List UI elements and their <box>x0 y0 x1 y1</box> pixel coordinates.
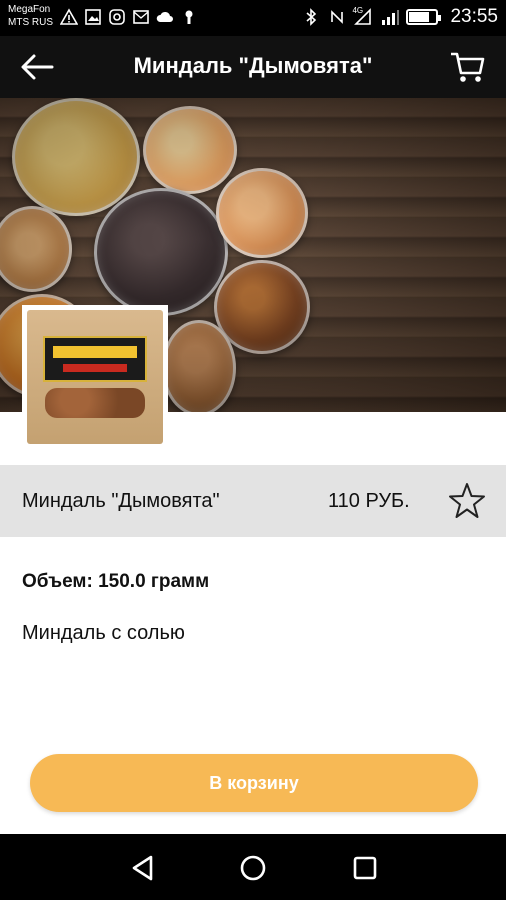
product-thumbnail[interactable] <box>22 305 168 449</box>
nfc-icon <box>328 8 346 26</box>
cloud-icon <box>156 8 174 26</box>
back-button[interactable] <box>18 50 56 84</box>
system-icons: 4G 23:55 <box>302 6 498 28</box>
battery-level <box>409 12 430 22</box>
image-icon <box>84 8 102 26</box>
volume-label: Объем: <box>22 571 93 592</box>
package-label <box>43 336 147 382</box>
product-name: Миндаль "Дымовята" <box>22 490 220 512</box>
nav-back-button[interactable] <box>126 851 160 885</box>
circle-home-icon <box>240 855 266 881</box>
app-bar: Миндаль "Дымовята" <box>0 36 506 98</box>
notification-icons <box>59 8 198 26</box>
product-volume: Объем: 150.0 грамм <box>22 571 209 593</box>
cart-icon <box>451 52 485 82</box>
carrier-2: MTS RUS <box>8 17 53 28</box>
mail-icon <box>132 8 150 26</box>
signal-strength-icon <box>380 8 400 26</box>
keyhole-icon <box>180 8 198 26</box>
add-to-cart-button[interactable]: В корзину <box>30 754 478 812</box>
favorite-button[interactable] <box>447 481 487 521</box>
carrier-info: MegaFon MTS RUS <box>8 3 53 29</box>
product-description: Миндаль с солью <box>22 622 185 644</box>
page-title: Миндаль "Дымовята" <box>133 53 373 78</box>
product-summary-row: Миндаль "Дымовята" 110 РУБ. <box>0 465 506 537</box>
cart-button[interactable] <box>448 48 486 86</box>
system-navigation-bar <box>0 834 506 900</box>
nav-recents-button[interactable] <box>348 851 382 885</box>
package-window-almonds <box>45 388 145 418</box>
volume-value: 150.0 грамм <box>98 571 210 592</box>
warning-icon <box>59 8 79 26</box>
triangle-back-icon <box>132 855 153 881</box>
instagram-icon <box>108 8 126 26</box>
arrow-left-icon <box>21 54 54 80</box>
carrier-1: MegaFon <box>8 4 51 15</box>
clock: 23:55 <box>450 6 498 27</box>
product-price: 110 РУБ. <box>328 490 410 512</box>
bluetooth-icon <box>302 8 320 26</box>
network-type-label: 4G <box>352 6 364 15</box>
signal-4g-icon: 4G <box>352 6 372 26</box>
nav-home-button[interactable] <box>236 851 270 885</box>
star-outline-icon <box>449 483 485 518</box>
status-bar: MegaFon MTS RUS 4G 23:55 <box>0 0 506 36</box>
square-recents-icon <box>353 856 377 880</box>
product-package-image <box>27 310 163 444</box>
battery-icon <box>406 9 442 25</box>
